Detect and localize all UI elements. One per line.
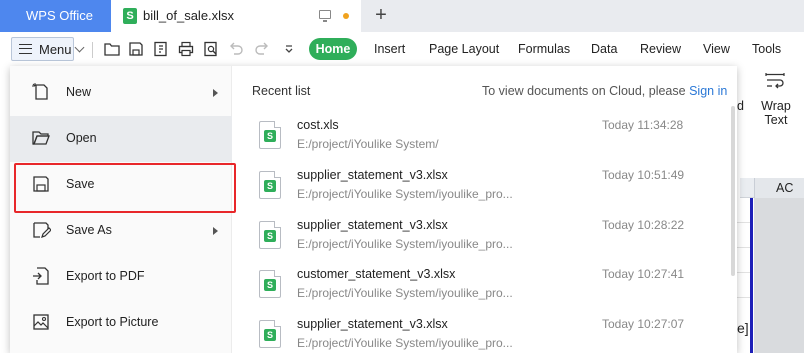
menu-item-new-label: New (66, 85, 92, 99)
unsaved-dot-icon (343, 13, 349, 19)
selection-border (750, 198, 753, 353)
export-pdf-icon[interactable] (153, 41, 169, 57)
customize-toolbar-icon[interactable] (281, 41, 297, 57)
folder-open-icon (31, 128, 51, 148)
new-file-icon (31, 82, 51, 102)
recent-file-time: Today 10:28:22 (602, 218, 685, 232)
ribbon-tab-view[interactable]: View (703, 42, 730, 56)
menu-item-export-pdf[interactable]: Export to PDF (10, 254, 232, 300)
menu-item-export-picture[interactable]: Export to Picture (10, 300, 232, 346)
recent-file-path: E:/project/iYoulike System/ (297, 137, 439, 151)
recent-file-time: Today 11:34:28 (602, 118, 684, 132)
recent-list-title: Recent list (252, 84, 311, 98)
recent-scrollbar[interactable] (731, 106, 735, 276)
recent-files-pane: Recent list To view documents on Cloud, … (232, 66, 737, 353)
recent-file-name: cost.xls (297, 118, 339, 132)
undo-icon[interactable] (228, 41, 244, 57)
row-gridline (737, 297, 750, 298)
spreadsheet-file-icon: S (259, 121, 281, 149)
tab-document-label: bill_of_sale.xlsx (143, 8, 235, 23)
menu-item-new[interactable]: New (10, 70, 232, 116)
ribbon-tab-insert[interactable]: Insert (374, 42, 405, 56)
tab-document[interactable]: S bill_of_sale.xlsx (111, 0, 361, 32)
monitor-icon[interactable] (319, 10, 331, 22)
column-header-ac-label: AC (776, 181, 794, 195)
submenu-arrow-icon (213, 227, 218, 235)
cloud-prompt-text: To view documents on Cloud, please (482, 84, 686, 98)
tab-wps-office[interactable]: WPS Office (0, 0, 111, 32)
toolbar: Menu Home Insert Page Layout Formulas Da… (0, 32, 804, 66)
recent-file-name: customer_statement_v3.xlsx (297, 267, 456, 281)
recent-file-path: E:/project/iYoulike System/iyoulike_pro.… (297, 286, 513, 300)
menu-button-label: Menu (39, 42, 72, 57)
ribbon-label-fragment: d (737, 99, 744, 113)
export-picture-icon (31, 312, 51, 332)
ribbon-tab-page-layout[interactable]: Page Layout (429, 42, 499, 56)
file-menu-panel: New Open Save Save As Export to PDF Expo… (10, 66, 737, 353)
recent-file-item[interactable]: S supplier_statement_v3.xlsx E:/project/… (232, 165, 727, 215)
cell-region[interactable] (754, 198, 804, 353)
wrap-text-button[interactable]: Wrap Text (756, 99, 796, 127)
recent-file-item[interactable]: S cost.xls E:/project/iYoulike System/ T… (232, 115, 727, 165)
spreadsheet-icon: S (123, 8, 137, 24)
recent-file-item[interactable]: S supplier_statement_v3.xlsx E:/project/… (232, 215, 727, 265)
recent-file-item[interactable]: S supplier_statement_v3.xlsx E:/project/… (232, 314, 727, 353)
menu-item-open[interactable]: Open (10, 116, 232, 162)
menu-button[interactable]: Menu (11, 37, 74, 61)
recent-file-time: Today 10:51:49 (602, 168, 685, 182)
row-gridline (737, 247, 750, 248)
column-header-ac[interactable]: AC (754, 178, 804, 198)
menu-item-export-pdf-label: Export to PDF (66, 269, 145, 283)
spreadsheet-file-icon: S (259, 221, 281, 249)
ribbon-tab-tools[interactable]: Tools (752, 42, 781, 56)
menu-item-save-as-label: Save As (66, 223, 112, 237)
open-folder-icon[interactable] (104, 41, 120, 57)
save-highlight-box (14, 163, 236, 213)
recent-file-name: supplier_statement_v3.xlsx (297, 317, 448, 331)
hamburger-icon (19, 44, 32, 54)
recent-file-name: supplier_statement_v3.xlsx (297, 168, 448, 182)
recent-file-path: E:/project/iYoulike System/iyoulike_pro.… (297, 336, 513, 350)
new-tab-button[interactable]: + (372, 4, 390, 26)
tab-bar: WPS Office S bill_of_sale.xlsx + (0, 0, 804, 32)
ribbon-tab-data[interactable]: Data (591, 42, 617, 56)
print-preview-icon[interactable] (203, 41, 219, 57)
toolbar-divider (92, 42, 93, 58)
ribbon-tab-formulas[interactable]: Formulas (518, 42, 570, 56)
save-icon[interactable] (128, 41, 144, 57)
recent-file-item[interactable]: S customer_statement_v3.xlsx E:/project/… (232, 264, 727, 314)
row-gridline (737, 272, 750, 273)
recent-file-path: E:/project/iYoulike System/iyoulike_pro.… (297, 237, 513, 251)
save-as-icon (31, 220, 52, 240)
menu-item-export-picture-label: Export to Picture (66, 315, 159, 329)
sign-in-link[interactable]: Sign in (689, 84, 727, 98)
cloud-prompt: To view documents on Cloud, please Sign … (482, 84, 727, 98)
export-pdf-icon (31, 266, 51, 286)
recent-file-name: supplier_statement_v3.xlsx (297, 218, 448, 232)
menu-item-open-label: Open (66, 131, 97, 145)
recent-file-path: E:/project/iYoulike System/iyoulike_pro.… (297, 187, 513, 201)
row-gridline (737, 222, 750, 223)
redo-icon[interactable] (254, 41, 270, 57)
chevron-down-icon[interactable] (74, 42, 85, 53)
cell-text-fragment: e] (737, 320, 749, 336)
recent-file-time: Today 10:27:07 (602, 317, 685, 331)
spreadsheet-file-icon: S (259, 270, 281, 298)
ribbon-tab-home[interactable]: Home (309, 38, 357, 60)
spreadsheet-file-icon: S (259, 320, 281, 348)
wrap-text-icon[interactable] (765, 72, 785, 90)
menu-item-save-as[interactable]: Save As (10, 208, 232, 254)
ribbon-tab-review[interactable]: Review (640, 42, 681, 56)
submenu-arrow-icon (213, 89, 218, 97)
spreadsheet-file-icon: S (259, 171, 281, 199)
recent-file-time: Today 10:27:41 (602, 267, 685, 281)
print-icon[interactable] (178, 41, 194, 57)
